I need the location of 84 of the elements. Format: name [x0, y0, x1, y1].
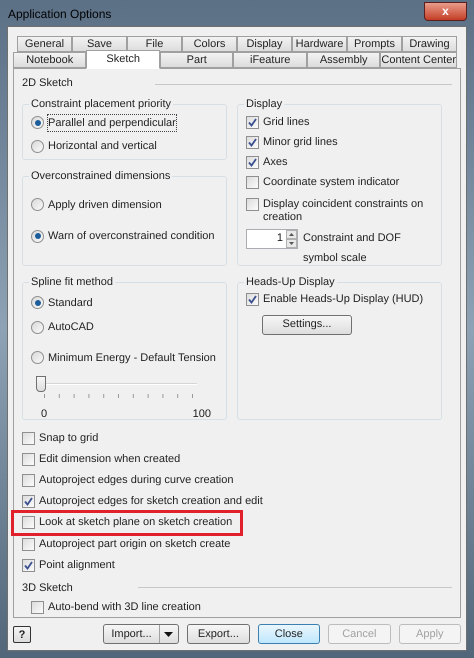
radio-button[interactable]	[31, 351, 44, 364]
radio-button[interactable]	[31, 116, 44, 130]
spinner-arrows-icon	[286, 230, 297, 248]
import-button[interactable]: Import...	[104, 625, 160, 643]
checkbox-label: Minor grid lines	[263, 136, 338, 148]
help-button[interactable]: ?	[13, 626, 31, 642]
radio-button[interactable]	[31, 140, 44, 153]
checkmark-icon	[24, 496, 33, 506]
group-title: Overconstrained dimensions	[29, 168, 172, 182]
spinner-label: Constraint and DOF symbol scale	[303, 230, 402, 266]
slider-max-label: 100	[192, 407, 211, 422]
dialog-button[interactable]: Close	[258, 624, 320, 644]
checkbox-label: Autoproject edges during curve creation	[39, 474, 234, 486]
import-split-button[interactable]: Import...	[102, 624, 180, 644]
radio-label: AutoCAD	[48, 320, 94, 335]
tab[interactable]: Display	[237, 36, 292, 52]
checkbox-label: Look at sketch plane on sketch creation	[39, 516, 232, 529]
checkbox[interactable]	[22, 432, 35, 444]
slider-min-label: 0	[41, 407, 48, 422]
tab[interactable]: Drawing	[402, 36, 457, 52]
checkbox-label: Snap to grid	[39, 432, 98, 444]
checkbox-label: Point alignment	[39, 558, 115, 572]
checkbox[interactable]	[22, 474, 35, 486]
radio-label: Parallel and perpendicular	[48, 114, 176, 131]
tab[interactable]: Part	[160, 52, 234, 68]
checkbox-label: Autoproject part origin on sketch create	[39, 538, 230, 550]
tab[interactable]: Assembly	[306, 52, 380, 68]
group-title: Spline fit method	[29, 274, 115, 288]
tab[interactable]: Content Center	[380, 52, 458, 68]
tab[interactable]: Colors	[182, 36, 237, 52]
tab[interactable]: Sketch	[86, 50, 160, 69]
checkmark-icon	[248, 118, 257, 126]
group-title: Display	[244, 96, 284, 110]
checkbox[interactable]	[246, 292, 259, 306]
radio-label: Warn of overconstrained condition	[48, 229, 215, 244]
tab[interactable]: Notebook	[13, 52, 86, 68]
checkbox-label: Display coincident constraints on creation	[263, 198, 424, 224]
checkbox-label: Axes	[263, 156, 288, 168]
radio-label: Horizontal and vertical	[48, 139, 157, 154]
radio-label: Minimum Energy - Default Tension	[48, 350, 216, 366]
spinner-value: 1	[276, 231, 283, 246]
radio-button[interactable]	[31, 320, 44, 334]
checkbox[interactable]	[246, 198, 259, 210]
tab[interactable]: File	[127, 36, 182, 52]
section-heading: 3D Sketch	[22, 580, 73, 596]
section-heading: 2D Sketch	[22, 76, 73, 91]
radio-label: Apply driven dimension	[48, 198, 162, 212]
checkbox-label: Autoproject edges for sketch creation and edit	[39, 494, 263, 508]
checkbox[interactable]	[22, 558, 35, 572]
tab[interactable]: iFeature	[233, 52, 307, 68]
checkmark-icon	[248, 294, 257, 304]
number-spinner[interactable]: 1	[246, 228, 298, 248]
radio-button[interactable]	[31, 198, 44, 212]
tab[interactable]: General	[17, 36, 72, 52]
checkbox[interactable]	[246, 176, 259, 188]
settings-button[interactable]: Settings...	[262, 314, 352, 334]
slider-thumb[interactable]	[36, 376, 46, 392]
window-title: Application Options	[8, 6, 112, 23]
checkbox-label: Grid lines	[263, 116, 310, 128]
group-title: Heads-Up Display	[244, 274, 337, 288]
checkbox[interactable]	[31, 601, 44, 614]
checkbox[interactable]	[246, 116, 259, 128]
checkbox[interactable]	[22, 516, 35, 529]
tab[interactable]: Prompts	[347, 36, 402, 52]
slider-ticks-icon	[44, 394, 194, 400]
checkbox-label: Auto-bend with 3D line creation	[48, 601, 201, 614]
checkmark-icon	[248, 138, 257, 146]
checkbox[interactable]	[22, 452, 35, 466]
radio-button[interactable]	[31, 296, 44, 310]
checkbox-label: Enable Heads-Up Display (HUD)	[263, 292, 424, 306]
checkbox[interactable]	[246, 156, 259, 168]
group-title: Constraint placement priority	[29, 96, 174, 110]
checkmark-icon	[248, 158, 257, 166]
checkbox[interactable]	[22, 538, 35, 550]
checkbox-label: Coordinate system indicator	[263, 176, 400, 188]
radio-button[interactable]	[31, 230, 44, 243]
checkbox-label: Edit dimension when created	[39, 452, 180, 466]
checkbox[interactable]	[246, 136, 259, 148]
tab[interactable]: Hardware	[292, 36, 347, 52]
checkbox[interactable]	[22, 494, 35, 508]
radio-label: Standard	[48, 296, 93, 310]
dialog-button[interactable]: Export...	[187, 624, 250, 644]
checkmark-icon	[24, 560, 33, 570]
tab[interactable]: Save	[72, 36, 127, 52]
